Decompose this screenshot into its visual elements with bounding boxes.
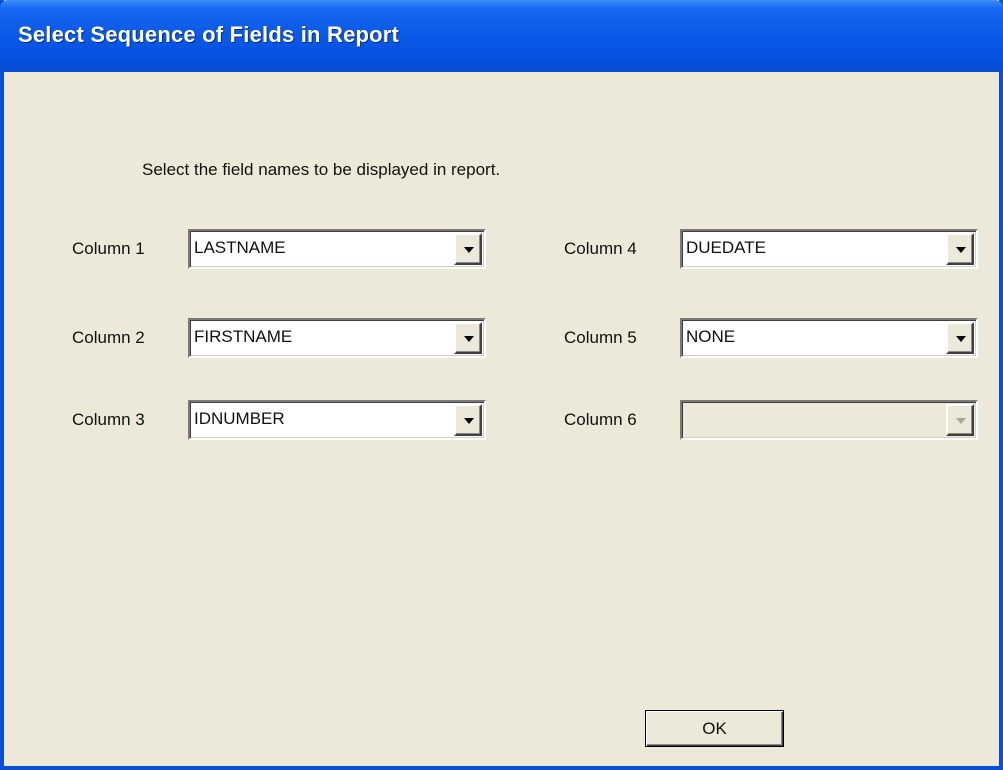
column-2-select[interactable]: FIRSTNAME [188, 318, 486, 358]
title-bar[interactable]: Select Sequence of Fields in Report [0, 0, 1003, 72]
chevron-down-icon [464, 247, 474, 253]
column-3-dropdown-button[interactable] [454, 404, 482, 436]
column-3-select[interactable]: IDNUMBER [188, 400, 486, 440]
column-5-label: Column 5 [564, 328, 637, 347]
column-2-dropdown-button[interactable] [454, 322, 482, 354]
column-4-value: DUEDATE [686, 238, 766, 257]
chevron-down-icon [464, 418, 474, 424]
column-2-label: Column 2 [72, 328, 145, 347]
column-4-select[interactable]: DUEDATE [680, 229, 978, 269]
chevron-down-icon [956, 336, 966, 342]
ok-button[interactable]: OK [645, 710, 784, 747]
chevron-down-icon [464, 336, 474, 342]
column-1-dropdown-button[interactable] [454, 233, 482, 265]
instruction-text: Select the field names to be displayed i… [142, 160, 501, 179]
column-2-value: FIRSTNAME [194, 327, 293, 346]
dialog-window: Select Sequence of Fields in Report Sele… [0, 0, 1003, 770]
column-5-select[interactable]: NONE [680, 318, 978, 358]
column-5-value: NONE [686, 327, 736, 346]
column-4-dropdown-button[interactable] [946, 233, 974, 265]
column-1-label: Column 1 [72, 239, 145, 258]
column-3-label: Column 3 [72, 410, 145, 429]
chevron-down-icon [956, 247, 966, 253]
column-4-label: Column 4 [564, 239, 637, 258]
column-6-dropdown-button [946, 404, 974, 436]
column-3-value: IDNUMBER [194, 409, 285, 428]
column-5-dropdown-button[interactable] [946, 322, 974, 354]
column-6-select [680, 400, 978, 440]
column-1-select[interactable]: LASTNAME [188, 229, 486, 269]
dialog-title: Select Sequence of Fields in Report [18, 22, 400, 47]
chevron-down-icon [956, 418, 966, 424]
column-6-label: Column 6 [564, 410, 637, 429]
column-1-value: LASTNAME [194, 238, 286, 257]
